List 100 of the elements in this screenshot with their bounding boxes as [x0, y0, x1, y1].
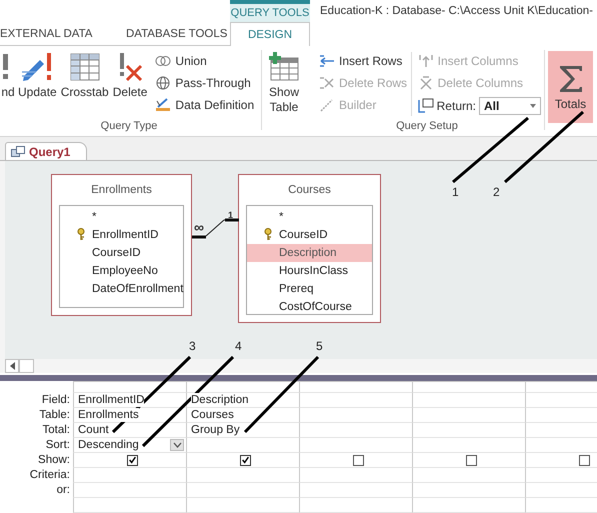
grid-cell[interactable] [299, 453, 412, 468]
ribbon-button[interactable]: Pass-Through [155, 74, 254, 92]
row-label: Show: [38, 454, 70, 466]
scrollbar-thumb[interactable] [19, 359, 34, 373]
chevron-down-icon [172, 442, 182, 448]
show-checkbox[interactable] [126, 454, 138, 466]
field-item[interactable]: EnrollmentID [60, 226, 183, 244]
field-item[interactable]: * [60, 208, 183, 226]
grid-cell[interactable] [412, 453, 525, 468]
grid-cell[interactable]: Courses [186, 408, 299, 423]
callout-number: 2 [493, 186, 500, 198]
return-dropdown[interactable]: All [479, 97, 541, 115]
field-item[interactable]: Prereq [247, 280, 372, 298]
insert-rows-icon [319, 54, 335, 68]
grid-cell[interactable] [412, 408, 525, 423]
field-item[interactable]: HoursInClass [247, 262, 372, 280]
field-item[interactable]: CostOfCourse [247, 298, 372, 316]
grid-cell[interactable] [299, 393, 412, 408]
grid-cell[interactable] [299, 438, 412, 453]
callout-number: 5 [316, 340, 323, 352]
table-title: Enrollments [90, 183, 153, 198]
group-label: Query Type [100, 120, 158, 134]
grid-cell[interactable] [73, 498, 186, 513]
field-item[interactable]: DateOfEnrollment [60, 280, 183, 298]
row-label: Criteria: [30, 469, 70, 481]
grid-cell[interactable] [299, 408, 412, 423]
grid-cell[interactable] [186, 483, 299, 498]
callout-number: 3 [189, 340, 196, 352]
sigma-icon [558, 64, 584, 94]
totals-button[interactable]: Totals [548, 51, 593, 123]
ribbon-button[interactable]: Update [16, 52, 59, 108]
globe-icon [155, 76, 172, 90]
grid-cell[interactable] [299, 423, 412, 438]
grid-cell[interactable] [412, 438, 525, 453]
delete-columns-icon [418, 76, 434, 90]
grid-cell[interactable] [186, 438, 299, 453]
grid-cell[interactable] [412, 423, 525, 438]
callout-number: 1 [452, 186, 459, 198]
row-label: or: [56, 484, 70, 496]
grid-cell[interactable] [299, 382, 412, 393]
check-icon [128, 455, 136, 465]
grid-cell[interactable] [299, 468, 412, 483]
grid-cell[interactable] [412, 468, 525, 483]
grid-cell[interactable] [412, 498, 525, 513]
field-item[interactable]: CourseID [60, 244, 183, 262]
grid-cell[interactable] [412, 393, 525, 408]
table-title: Courses [287, 183, 332, 198]
grid-cell[interactable]: Description [186, 393, 299, 408]
grid-cell[interactable]: Descending [73, 438, 186, 453]
grid-cell[interactable]: Group By [186, 423, 299, 438]
ribbon-button[interactable]: Data Definition [155, 96, 254, 114]
row-label: Total: [42, 424, 70, 436]
caret-icon [530, 104, 536, 108]
sort-dropdown-button[interactable] [170, 439, 184, 451]
union-rings-icon [155, 55, 172, 67]
table-plus-icon [268, 52, 300, 82]
key-icon [77, 228, 85, 241]
check-icon [240, 455, 250, 465]
grid-cell[interactable]: EnrollmentID [73, 393, 186, 408]
grid-cell[interactable] [412, 382, 525, 393]
grid-cell[interactable] [186, 453, 299, 468]
grid-cell[interactable] [73, 468, 186, 483]
field-list-window[interactable]: Courses * CourseID Description HoursInClass Prereq CostOfCourse [238, 174, 381, 323]
delete-rows-icon [319, 76, 335, 90]
scroll-left-button[interactable] [5, 359, 19, 373]
field-list-window[interactable]: Enrollments * EnrollmentID CourseID EmployeeNo DateOfEnrollment [51, 174, 192, 316]
grid-cell[interactable] [299, 498, 412, 513]
show-checkbox[interactable] [352, 454, 364, 466]
grid-cell[interactable] [73, 483, 186, 498]
grid-cell-text: Descending [78, 438, 139, 452]
show-checkbox[interactable] [578, 454, 590, 466]
show-checkbox[interactable] [240, 454, 250, 466]
field-item[interactable]: * [247, 208, 372, 226]
ribbon-button[interactable]: Union [155, 52, 254, 70]
field-item[interactable]: Description [247, 244, 372, 262]
grid-cell[interactable] [186, 468, 299, 483]
pencil-ruler-icon [155, 98, 172, 112]
ribbon-button[interactable]: nd [0, 52, 16, 108]
contextual-tab-header: QUERY TOOLS [230, 0, 310, 22]
grid-cell[interactable] [73, 453, 186, 468]
grid-cell[interactable] [412, 483, 525, 498]
ribbon-tab[interactable]: DESIGN [230, 22, 310, 46]
row-label: Field: [42, 394, 70, 406]
show-checkbox[interactable] [466, 454, 476, 466]
field-item[interactable]: CourseID [247, 226, 372, 244]
return-label: Return: [436, 99, 476, 113]
ribbon-button[interactable]: Crosstab [58, 52, 111, 108]
left-triangle-icon [10, 362, 14, 370]
grid-cell[interactable]: Enrollments [73, 408, 186, 423]
return-values-icon [418, 98, 434, 114]
grid-cell[interactable] [299, 483, 412, 498]
ribbon-button[interactable]: Delete [110, 52, 150, 108]
field-item[interactable]: EmployeeNo [60, 262, 183, 280]
callout-number: 4 [235, 340, 242, 352]
row-label: Sort: [46, 439, 70, 451]
document-tab[interactable]: Query1 [5, 142, 88, 160]
grid-cell-text: Description [191, 393, 249, 407]
grid-cell[interactable] [186, 498, 299, 513]
ribbon-button[interactable]: Insert Rows [319, 52, 411, 70]
table-grid-icon [70, 52, 100, 82]
